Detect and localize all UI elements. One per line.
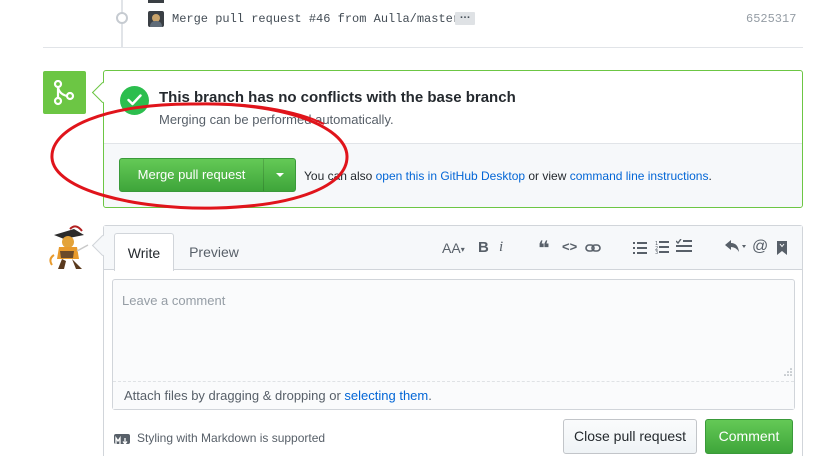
merge-help-prefix: You can also xyxy=(304,169,376,183)
git-merge-icon xyxy=(43,71,86,114)
resize-grip-icon[interactable] xyxy=(784,368,792,376)
markdown-help-link[interactable]: Styling with Markdown is supported xyxy=(137,431,325,445)
divider xyxy=(43,47,803,48)
merge-status-subtext: Merging can be performed automatically. xyxy=(159,112,394,127)
merge-pull-request-button-group: Merge pull request xyxy=(119,158,296,192)
code-icon[interactable]: <> xyxy=(562,239,577,257)
merge-status-box: This branch has no conflicts with the ba… xyxy=(103,70,803,208)
open-in-desktop-link[interactable]: open this in GitHub Desktop xyxy=(376,169,525,183)
svg-text:3: 3 xyxy=(655,250,658,254)
file-attach-bar[interactable]: Attach files by dragging & dropping or s… xyxy=(113,381,794,409)
attach-text: Attach files by dragging & dropping or xyxy=(124,388,345,403)
commit-sha[interactable]: 6525317 xyxy=(746,12,796,26)
user-avatar[interactable] xyxy=(44,225,92,273)
header-caret: ▾ xyxy=(460,244,465,254)
select-files-link[interactable]: selecting them xyxy=(344,388,428,403)
merge-pull-request-button[interactable]: Merge pull request xyxy=(120,159,263,191)
previous-commit-avatar xyxy=(148,0,164,3)
comment-textarea[interactable]: Leave a comment xyxy=(113,280,794,381)
comment-form: Write Preview AA▾ B i ❝ <> 123 @ Leave a… xyxy=(103,225,803,456)
check-icon xyxy=(120,86,149,115)
ordered-list-icon[interactable]: 123 xyxy=(655,240,669,258)
bold-icon[interactable]: B xyxy=(478,239,489,257)
merge-actions: Merge pull request You can also open thi… xyxy=(104,143,802,207)
quote-icon[interactable]: ❝ xyxy=(538,236,550,260)
comment-toolbar: Write Preview AA▾ B i ❝ <> 123 @ xyxy=(104,226,802,271)
attach-suffix: . xyxy=(428,388,432,403)
close-pull-request-button[interactable]: Close pull request xyxy=(563,419,697,454)
merge-help-suffix: . xyxy=(708,169,712,183)
expand-commit-button[interactable]: … xyxy=(455,10,475,25)
comment-textarea-container: Leave a comment Attach files by dragging… xyxy=(112,279,795,410)
unordered-list-icon[interactable] xyxy=(633,241,647,259)
commit-avatar[interactable] xyxy=(148,11,164,27)
bookmark-icon[interactable] xyxy=(777,241,787,259)
markdown-icon xyxy=(114,434,130,446)
timeline-line xyxy=(121,0,123,48)
header-icon-label: AA xyxy=(442,240,461,256)
link-icon[interactable] xyxy=(585,241,601,259)
tab-preview[interactable]: Preview xyxy=(179,233,249,271)
mention-icon[interactable]: @ xyxy=(752,238,768,256)
merge-method-dropdown[interactable] xyxy=(264,159,295,191)
command-line-instructions-link[interactable]: command line instructions xyxy=(570,169,709,183)
task-list-icon[interactable] xyxy=(675,238,692,257)
commit-message[interactable]: Merge pull request #46 from Aulla/master xyxy=(172,12,460,26)
merge-help-middle: or view xyxy=(525,169,570,183)
merge-help-text: You can also open this in GitHub Desktop… xyxy=(304,169,712,183)
header-icon[interactable]: AA▾ xyxy=(442,240,465,258)
comment-button[interactable]: Comment xyxy=(705,419,793,454)
merge-status-heading: This branch has no conflicts with the ba… xyxy=(159,89,516,106)
commit-icon xyxy=(116,12,128,24)
reply-icon[interactable] xyxy=(724,239,748,257)
italic-icon[interactable]: i xyxy=(499,239,503,257)
tab-write[interactable]: Write xyxy=(114,233,174,271)
